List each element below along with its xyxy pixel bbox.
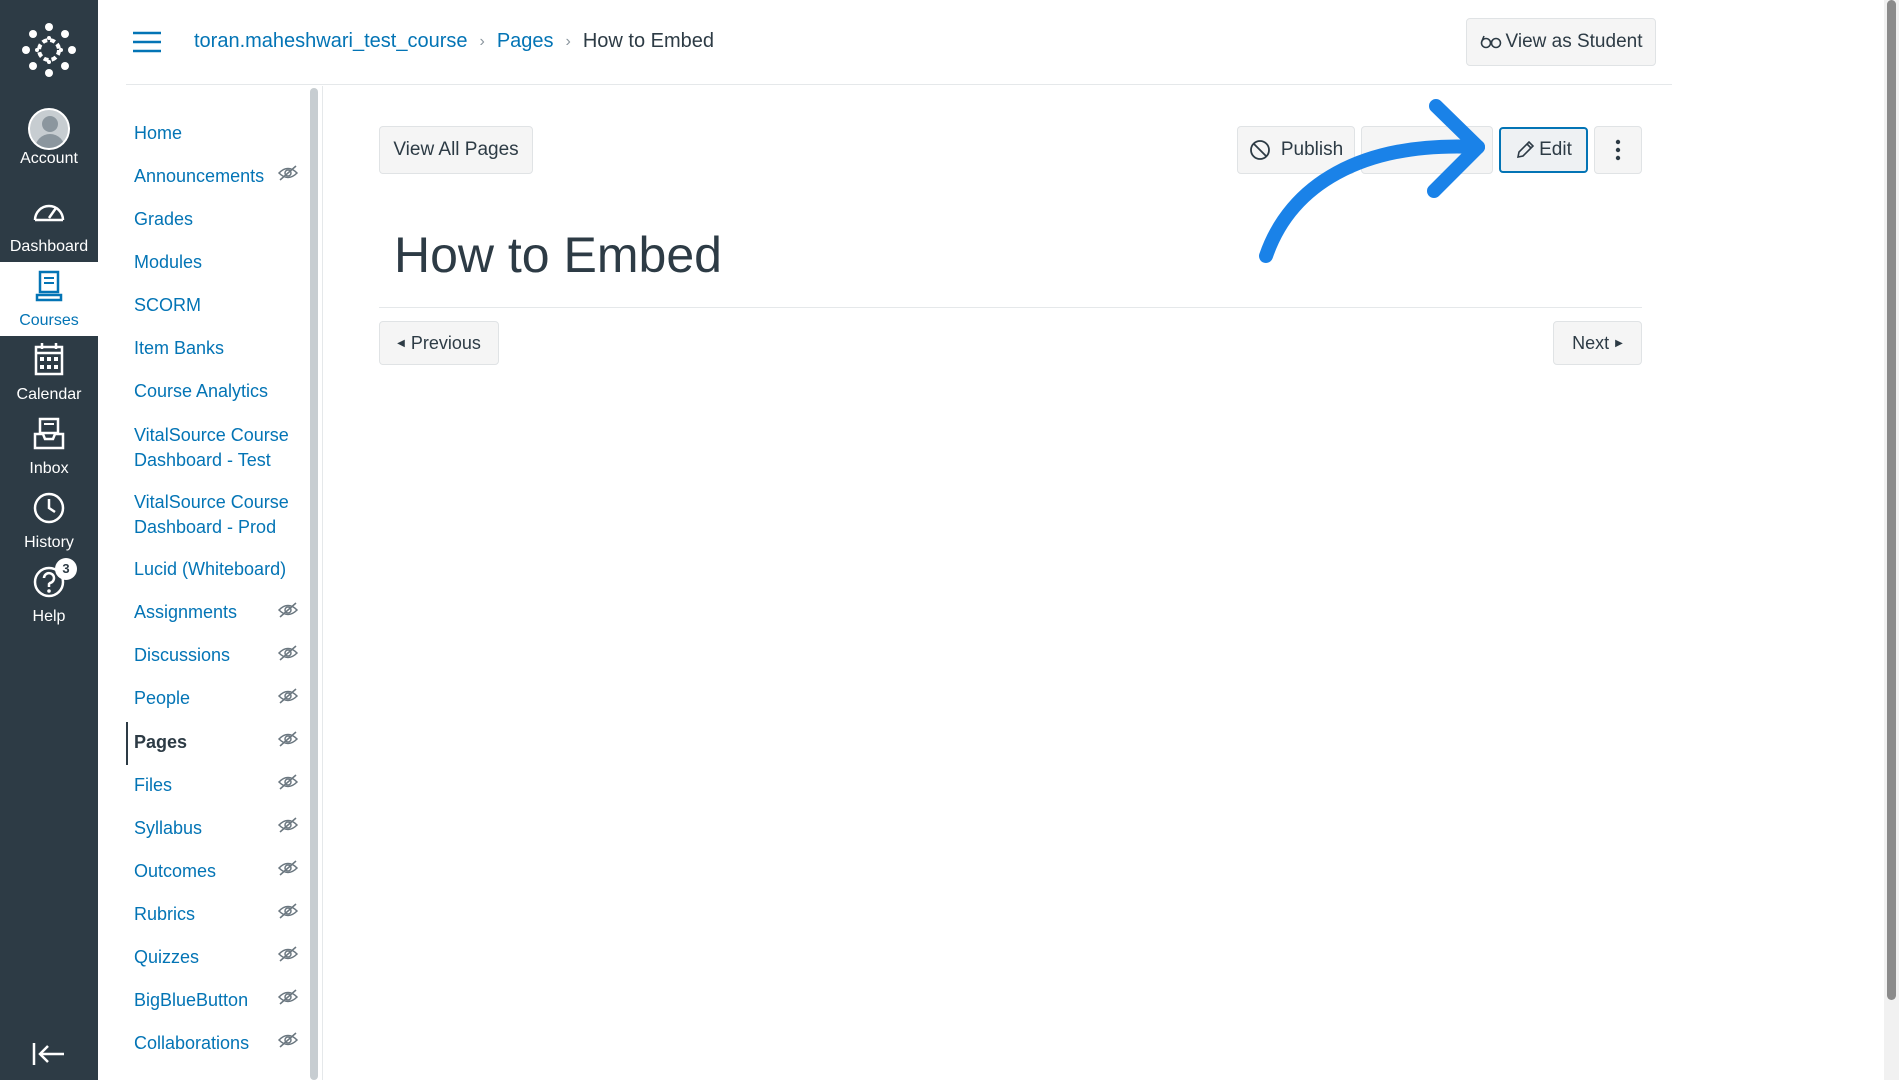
history-icon [33, 492, 65, 524]
more-options-button[interactable] [1594, 126, 1642, 174]
global-nav-courses[interactable]: Courses [0, 262, 98, 336]
global-nav-label: Courses [19, 312, 79, 329]
course-nav-vitalsource-test[interactable]: VitalSource Course Dashboard - Test [134, 423, 310, 473]
view-as-student-label: View as Student [1505, 31, 1643, 52]
course-nav-scorm[interactable]: SCORM [134, 293, 310, 318]
course-nav-grades[interactable]: Grades [134, 207, 310, 232]
eye-off-icon [277, 165, 299, 181]
course-nav-course-analytics[interactable]: Course Analytics [134, 379, 310, 404]
kebab-icon [1615, 139, 1621, 161]
global-nav-inbox[interactable]: Inbox [0, 410, 98, 484]
next-button[interactable]: Next ▶ [1553, 321, 1642, 365]
manage-button[interactable] [1361, 126, 1493, 174]
dashboard-icon [33, 204, 65, 222]
collapse-nav-icon[interactable] [31, 1040, 67, 1068]
edit-label: Edit [1539, 139, 1572, 160]
breadcrumb-current: How to Embed [582, 30, 715, 52]
glasses-icon [1480, 35, 1501, 49]
canvas-logo-icon[interactable] [21, 22, 77, 78]
course-nav-item-banks[interactable]: Item Banks [134, 336, 310, 361]
inbox-icon [33, 417, 65, 450]
caret-left-icon: ◀ [397, 337, 405, 349]
view-as-student-button[interactable]: View as Student [1466, 18, 1656, 66]
view-all-pages-button[interactable]: View All Pages [379, 126, 533, 174]
eye-off-icon [277, 1032, 299, 1048]
unpublished-icon [1249, 140, 1270, 160]
global-nav-calendar[interactable]: Calendar [0, 336, 98, 410]
eye-off-icon [277, 860, 299, 876]
course-nav-home[interactable]: Home [134, 121, 310, 146]
course-nav [126, 86, 310, 1080]
previous-label: Previous [410, 332, 481, 353]
global-nav-history[interactable]: History [0, 484, 98, 558]
annotation-arrow-icon [1259, 99, 1485, 263]
pencil-icon [1517, 140, 1535, 159]
window-scrollbar[interactable] [1884, 0, 1899, 1080]
next-label: Next [1572, 332, 1610, 353]
eye-off-icon [277, 989, 299, 1005]
global-nav-label: Account [20, 150, 78, 167]
title-divider [379, 307, 1642, 308]
eye-off-icon [277, 602, 299, 618]
hamburger-menu-icon[interactable] [133, 30, 161, 54]
publish-label: Publish [1280, 139, 1344, 160]
breadcrumb: toran.maheshwari_test_course › Pages › H… [194, 30, 714, 53]
eye-off-icon [277, 774, 299, 790]
page-title: How to Embed [394, 227, 722, 283]
header-divider [126, 84, 1672, 85]
eye-off-icon [277, 688, 299, 704]
breadcrumb-chevron-icon: › [479, 32, 485, 50]
global-nav-label: Calendar [16, 386, 82, 403]
courses-icon [35, 270, 63, 302]
global-nav-help[interactable]: Help [0, 558, 98, 632]
eye-off-icon [277, 903, 299, 919]
course-nav-vitalsource-prod[interactable]: VitalSource Course Dashboard - Prod [134, 490, 310, 540]
breadcrumb-pages-link[interactable]: Pages [497, 30, 554, 53]
content-divider [322, 86, 323, 1080]
publish-button[interactable]: Publish [1237, 126, 1355, 174]
global-nav-label: Help [32, 608, 66, 625]
course-nav-lucid[interactable]: Lucid (Whiteboard) [134, 557, 310, 582]
eye-off-icon [277, 645, 299, 661]
breadcrumb-course-link[interactable]: toran.maheshwari_test_course [194, 30, 467, 53]
global-nav-dashboard[interactable]: Dashboard [0, 188, 98, 262]
global-nav-label: Dashboard [9, 238, 89, 255]
global-nav-account[interactable]: Account [0, 100, 98, 174]
calendar-icon [34, 343, 64, 376]
edit-button[interactable]: Edit [1499, 127, 1588, 173]
active-indicator [126, 722, 128, 765]
eye-off-icon [277, 817, 299, 833]
previous-button[interactable]: ◀ Previous [379, 321, 499, 365]
breadcrumb-chevron-icon: › [565, 32, 571, 50]
eye-off-icon [277, 946, 299, 962]
window-scrollbar-thumb[interactable] [1887, 0, 1896, 1000]
course-nav-scrollbar[interactable] [310, 88, 318, 1080]
eye-off-icon [277, 731, 299, 747]
caret-right-icon: ▶ [1615, 337, 1623, 349]
global-nav-label: History [24, 534, 74, 551]
avatar [28, 108, 70, 150]
global-nav-label: Inbox [29, 460, 69, 477]
view-all-pages-label: View All Pages [393, 139, 519, 160]
global-nav: Account Dashboard Courses Calendar Inbox… [0, 0, 98, 1080]
help-badge: 3 [55, 558, 77, 580]
course-nav-modules[interactable]: Modules [134, 250, 310, 275]
